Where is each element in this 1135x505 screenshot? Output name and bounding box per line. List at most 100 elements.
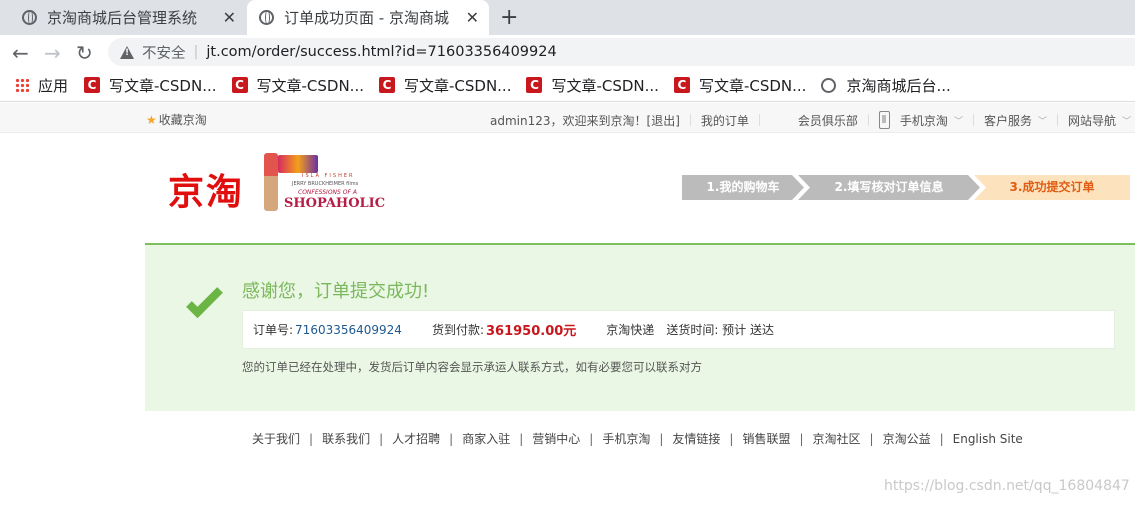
footer-link[interactable]: 友情链接 [672,430,720,447]
star-icon: ★ [146,112,157,127]
order-summary: 订单号: 71603356409924 货到付款: 361950.00元 京淘快… [242,310,1115,349]
footer-link[interactable]: 营销中心 [532,430,580,447]
bookmark-csdn[interactable]: C 写文章-CSDN... [673,75,807,96]
bookmark-apps[interactable]: 应用 [0,75,68,96]
footer-separator: | [379,431,384,446]
globe-icon [821,77,837,93]
chevron-down-icon: ﹀ [953,116,963,127]
divider [689,114,691,126]
checkmark-icon [187,290,227,316]
url-bar[interactable]: 不安全 | jt.com/order/success.html?id=71603… [108,38,1135,66]
browser-tab-strip: 京淘商城后台管理系统 ✕ 订单成功页面 - 京淘商城 ✕ + [0,0,1135,35]
footer-links: 关于我们 | 联系我们 | 人才招聘 | 商家入驻 | 营销中心 | 手机京淘 … [252,430,1023,447]
banner-line: CONFESSIONS OF A [298,189,357,196]
bookmark-jt-admin[interactable]: 京淘商城后台... [821,75,951,96]
back-icon[interactable]: ← [12,41,29,65]
warning-icon[interactable] [120,45,134,59]
bookmark-csdn[interactable]: C 写文章-CSDN... [526,75,659,96]
csdn-icon: C [84,77,101,93]
footer-link[interactable]: 销售联盟 [742,430,790,447]
site-nav-menu[interactable]: 网站导航 ﹀ [1068,112,1131,129]
greeting-text: admin123，欢迎来到京淘！ [490,113,647,128]
site-shortcut-bar: ★ 收藏京淘 admin123，欢迎来到京淘！ [退出] 我的订单 会员俱乐部 … [0,103,1135,133]
footer-separator: | [309,431,314,446]
forward-icon[interactable]: → [44,41,61,65]
banner-bags [278,155,318,173]
banner-title: SHOPAHOLIC [284,196,386,211]
courier: 京淘快递 [606,323,655,337]
order-id-label: 订单号: [253,323,294,337]
step-cart: 1.我的购物车 [682,175,804,200]
phone-icon [878,111,890,129]
footer-separator: | [589,431,594,446]
footer-separator: | [799,431,804,446]
divider [867,114,869,126]
footer-link[interactable]: English Site [953,432,1023,446]
browser-tab-admin[interactable]: 京淘商城后台管理系统 ✕ [0,0,246,35]
footer-link[interactable]: 手机京淘 [602,430,650,447]
watermark: https://blog.csdn.net/qq_16804847 [884,478,1130,494]
site-logo[interactable]: 京淘 [168,163,244,215]
divider [758,114,760,126]
globe-icon [259,10,274,25]
csdn-icon: C [673,77,690,93]
browser-tab-order-success[interactable]: 订单成功页面 - 京淘商城 ✕ [247,0,489,35]
bookmark-label: 写文章-CSDN... [403,76,512,95]
banner-figure [264,153,278,211]
favorite-link[interactable]: ★ 收藏京淘 [146,111,207,128]
mobile-label: 手机京淘 [899,113,948,128]
tab-title: 订单成功页面 - 京淘商城 [284,9,449,27]
close-tab-icon[interactable]: ✕ [466,8,479,27]
address-bar-row: ← → ↻ 不安全 | jt.com/order/success.html?id… [0,35,1135,69]
divider [1056,114,1058,126]
bookmark-label: 应用 [38,76,69,95]
footer-link[interactable]: 联系我们 [322,430,370,447]
service-label: 客户服务 [983,113,1032,128]
step-confirm-order: 2.填写核对订单信息 [798,175,980,200]
close-tab-icon[interactable]: ✕ [223,8,236,27]
bookmark-label: 京淘商城后台... [846,76,951,95]
chevron-down-icon: ﹀ [1037,116,1047,127]
bookmark-label: 写文章-CSDN... [256,76,364,95]
shortcut-links: admin123，欢迎来到京淘！ [退出] 我的订单 会员俱乐部 手机京淘 ﹀ … [490,111,1131,129]
step-submitted: 3.成功提交订单 [974,175,1130,200]
banner-line: ISLA FISHER [302,173,355,179]
bookmark-label: 写文章-CSDN... [698,76,807,95]
shopaholic-banner[interactable]: ISLA FISHER JERRY BRUCKHEIMER films CONF… [258,153,388,215]
new-tab-button[interactable]: + [500,5,518,30]
footer-link[interactable]: 人才招聘 [392,430,440,447]
footer-separator: | [519,431,524,446]
apps-grid-icon [15,78,29,92]
footer-link[interactable]: 京淘社区 [813,430,861,447]
chevron-down-icon: ﹀ [1122,116,1132,127]
csdn-icon: C [378,77,395,93]
footer-separator: | [659,431,664,446]
tab-title: 京淘商城后台管理系统 [47,9,198,27]
bookmark-csdn[interactable]: C 写文章-CSDN... [84,75,217,96]
bookmark-label: 写文章-CSDN... [109,76,217,95]
order-id[interactable]: 71603356409924 [295,323,402,337]
footer-separator: | [939,431,944,446]
order-success-panel: 感谢您，订单提交成功! 订单号: 71603356409924 货到付款: 36… [145,243,1135,411]
bookmark-csdn[interactable]: C 写文章-CSDN... [378,75,512,96]
csdn-icon: C [231,77,248,93]
csdn-icon: C [526,77,543,93]
url-text[interactable]: jt.com/order/success.html?id=71603356409… [206,44,556,60]
footer-link[interactable]: 京淘公益 [883,430,931,447]
club-link[interactable]: 会员俱乐部 [798,112,858,129]
footer-link[interactable]: 商家入驻 [462,430,510,447]
my-orders-link[interactable]: 我的订单 [701,112,749,129]
delivery-time: 送货时间: 预计 送达 [666,323,774,337]
reload-icon[interactable]: ↻ [76,41,93,65]
globe-icon [22,10,37,25]
bookmark-csdn[interactable]: C 写文章-CSDN... [231,75,364,96]
banner-line: JERRY BRUCKHEIMER films [292,181,359,187]
footer-link[interactable]: 关于我们 [252,430,300,447]
bookmarks-bar: 应用 C 写文章-CSDN... C 写文章-CSDN... C 写文章-CSD… [0,69,1135,102]
service-menu[interactable]: 客户服务 ﹀ [984,112,1047,129]
mobile-menu[interactable]: 手机京淘 ﹀ [878,111,963,129]
logout-link[interactable]: [退出] [647,112,680,129]
order-amount: 361950.00元 [485,324,577,339]
checkout-steps: 1.我的购物车 2.填写核对订单信息 3.成功提交订单 [682,175,1130,200]
security-label[interactable]: 不安全 [142,42,186,63]
